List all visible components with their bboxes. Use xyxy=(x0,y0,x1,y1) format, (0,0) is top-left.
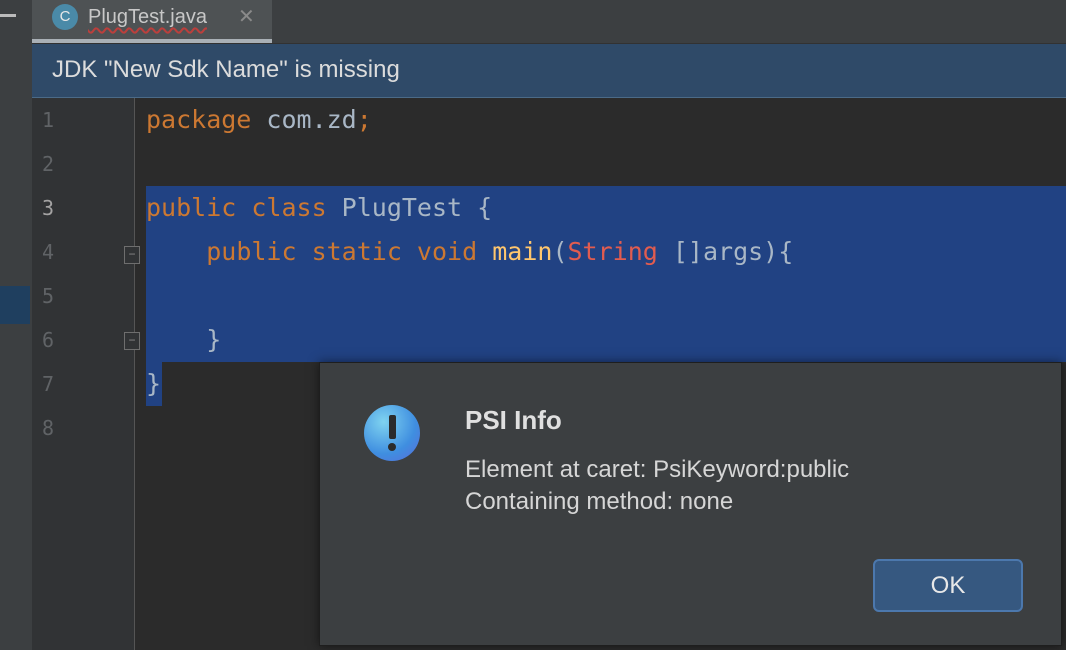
dialog-element-at-caret: Element at caret: PsiKeyword:public xyxy=(465,456,850,483)
ok-button[interactable]: OK xyxy=(873,559,1023,612)
line-number-gutter[interactable]: 1 2 3 4 5 6 7 8 − − xyxy=(32,98,140,650)
code-line: public class PlugTest { xyxy=(146,193,493,222)
banner-text: JDK "New Sdk Name" is missing xyxy=(52,56,400,83)
psi-info-dialog: PSI Info Element at caret: PsiKeyword:pu… xyxy=(319,362,1062,646)
missing-sdk-banner: JDK "New Sdk Name" is missing xyxy=(32,44,1066,98)
fold-open-icon[interactable]: − xyxy=(124,246,140,264)
active-tab-indicator xyxy=(32,39,272,43)
info-exclamation-icon xyxy=(364,405,420,461)
code-line: } xyxy=(146,325,222,354)
tab-plugtest-java[interactable]: C PlugTest.java ✕ xyxy=(32,0,272,43)
code-line: package com.zd; xyxy=(146,105,372,134)
current-line-marker xyxy=(0,286,30,324)
code-line: public static void main(String []args){ xyxy=(206,237,794,266)
dialog-title: PSI Info xyxy=(465,405,562,435)
tab-label[interactable]: PlugTest.java xyxy=(88,4,207,30)
line-number: 6 xyxy=(42,328,55,352)
collapse-icon[interactable] xyxy=(0,14,16,17)
java-class-icon: C xyxy=(52,4,78,30)
line-number-current: 3 xyxy=(42,196,55,220)
dialog-containing-method: Containing method: none xyxy=(465,488,734,515)
line-number: 7 xyxy=(42,372,55,396)
line-number: 2 xyxy=(42,152,55,176)
close-icon[interactable]: ✕ xyxy=(238,4,255,30)
line-number: 4 xyxy=(42,240,55,264)
line-number: 5 xyxy=(42,284,55,308)
fold-end-icon[interactable]: − xyxy=(124,332,140,350)
code-line: } xyxy=(146,369,162,398)
tool-window-strip xyxy=(0,0,33,650)
line-number: 8 xyxy=(42,416,55,440)
line-number: 1 xyxy=(42,108,55,132)
editor-tab-bar: C PlugTest.java ✕ xyxy=(32,0,1066,44)
